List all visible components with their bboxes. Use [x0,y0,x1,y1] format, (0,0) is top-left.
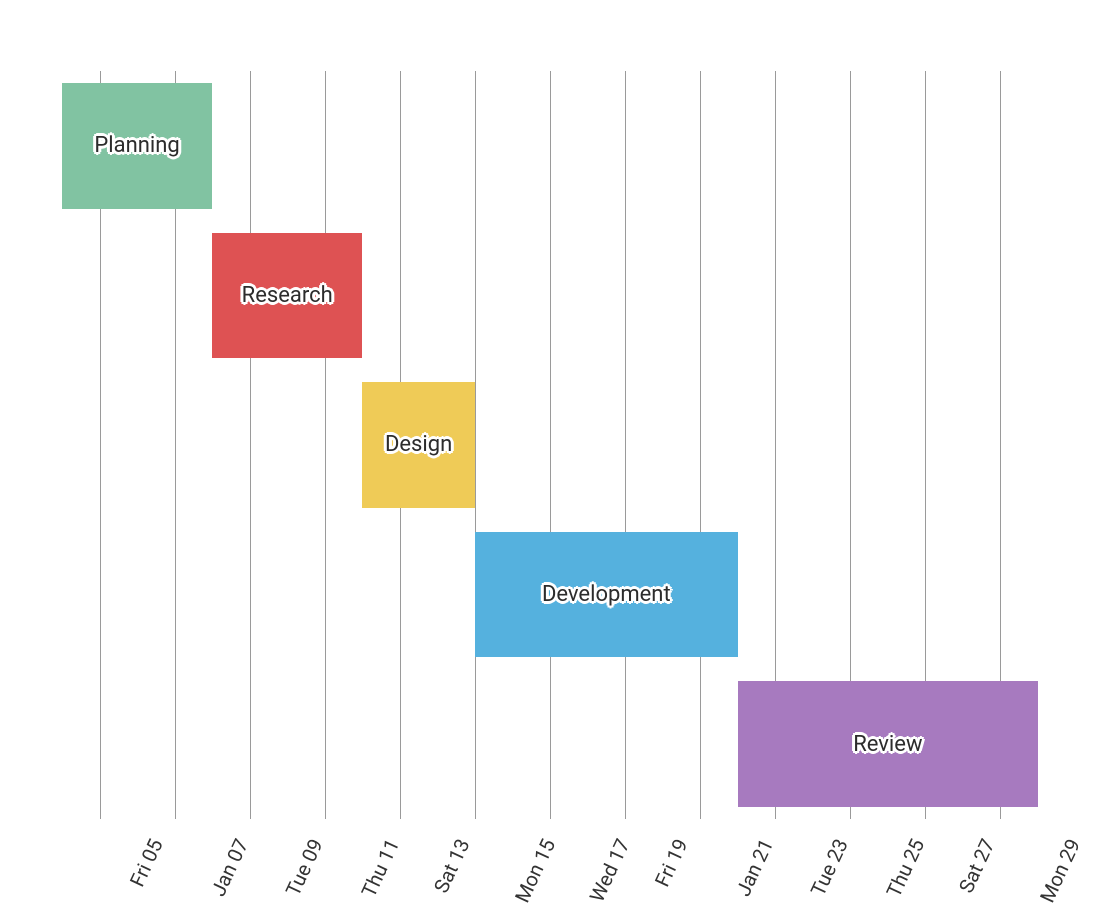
gantt-bar-review[interactable]: Review [738,681,1038,807]
x-tick-label: Jan 21 [731,835,778,900]
gridline [625,71,626,819]
gantt-bar-label: Development [542,582,671,607]
gantt-bar-label: Design [385,432,452,457]
gantt-bar-label: Research [242,283,333,308]
gantt-bar-label: Review [853,732,922,757]
gridline [325,71,326,819]
x-tick-label: Thu 11 [356,835,404,901]
x-tick-label: Sat 13 [429,835,475,897]
x-tick-label: Mon 15 [510,835,560,906]
x-tick-label: Thu 25 [882,835,930,901]
gridline [700,71,701,819]
x-tick-label: Tue 09 [280,835,327,900]
gantt-bar-development[interactable]: Development [475,532,738,658]
gantt-chart: PlanningResearchDesignDevelopmentReview … [0,0,1100,924]
x-tick-label: Tue 23 [806,835,853,900]
x-tick-label: Mon 29 [1035,835,1085,906]
gantt-bar-research[interactable]: Research [212,233,362,359]
x-tick-label: Fri 19 [650,835,693,890]
plot-area: Planning Research Design Development Review [62,71,1038,819]
gridline [250,71,251,819]
gridline [475,71,476,819]
x-tick-label: Jan 07 [205,835,252,900]
gantt-bar-planning[interactable]: Planning [62,83,212,209]
gridline [550,71,551,819]
x-tick-label: Sat 27 [954,835,1000,897]
x-tick-label: Fri 05 [124,835,167,890]
gantt-bar-design[interactable]: Design [362,382,475,508]
x-tick-label: Wed 17 [585,835,635,906]
gantt-bar-label: Planning [94,133,179,158]
